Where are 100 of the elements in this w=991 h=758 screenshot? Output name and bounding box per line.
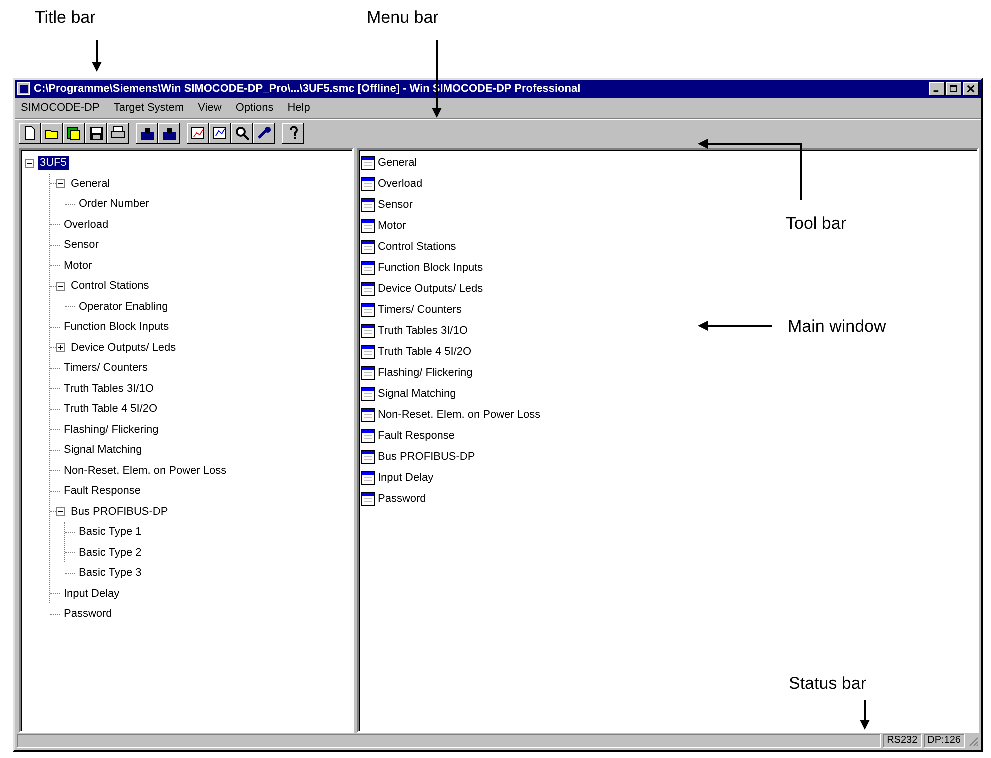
- page-icon: [361, 470, 375, 484]
- menu-item[interactable]: Help: [288, 102, 310, 114]
- tree-item[interactable]: Truth Tables 3I/1O: [62, 382, 156, 396]
- list-item[interactable]: Signal Matching: [378, 388, 456, 400]
- tree-item[interactable]: Operator Enabling: [77, 300, 170, 314]
- list-item[interactable]: Overload: [378, 178, 423, 190]
- list-item[interactable]: Sensor: [378, 198, 413, 210]
- page-icon: [361, 176, 375, 190]
- tree-item[interactable]: Non-Reset. Elem. on Power Loss: [62, 464, 229, 478]
- list-item[interactable]: General: [378, 156, 418, 168]
- chart-icon: [190, 126, 206, 140]
- resize-grip-icon: [967, 735, 979, 747]
- collapse-icon[interactable]: [56, 507, 65, 516]
- toolbar-button[interactable]: [209, 122, 231, 144]
- page-icon: [361, 156, 375, 170]
- status-field: RS232: [883, 734, 922, 748]
- tree-item[interactable]: Input Delay: [62, 586, 122, 601]
- close-button[interactable]: [963, 82, 979, 96]
- list-item[interactable]: Fault Response: [378, 430, 456, 442]
- toolbar-button[interactable]: [253, 122, 275, 144]
- tree-item[interactable]: Control Stations: [69, 279, 152, 294]
- tree-item[interactable]: Device Outputs/ Leds: [69, 340, 178, 355]
- page-icon: [361, 450, 375, 464]
- page-icon: [361, 260, 375, 274]
- page-icon: [361, 240, 375, 254]
- tree-item[interactable]: Basic Type 3: [77, 566, 144, 580]
- list-item[interactable]: Non-Reset. Elem. on Power Loss: [378, 408, 541, 420]
- collapse-icon[interactable]: [56, 179, 65, 188]
- page-icon: [361, 408, 375, 422]
- toolbar-button[interactable]: [107, 122, 129, 144]
- toolbar-button[interactable]: [187, 122, 209, 144]
- tree-item[interactable]: Order Number: [77, 197, 152, 212]
- minimize-button[interactable]: [929, 82, 945, 96]
- page-icon: [361, 344, 375, 358]
- tree-item[interactable]: Sensor: [62, 238, 101, 252]
- callout-label: Menu bar: [367, 8, 439, 28]
- tree-item[interactable]: Overload: [62, 218, 111, 232]
- print-icon: [110, 126, 126, 140]
- folder-icon: [66, 126, 82, 140]
- toolbar-button[interactable]: [41, 122, 63, 144]
- list-item[interactable]: Truth Tables 3I/1O: [378, 324, 468, 336]
- page-icon: [361, 366, 375, 380]
- tree-item[interactable]: Bus PROFIBUS-DP: [69, 504, 170, 519]
- tree-item[interactable]: Timers/ Counters: [62, 361, 150, 376]
- save-icon: [88, 126, 104, 140]
- collapse-icon[interactable]: [56, 282, 65, 291]
- tree-item[interactable]: General: [69, 176, 112, 191]
- tree-item[interactable]: Signal Matching: [62, 443, 144, 458]
- new-file-icon: [22, 126, 38, 140]
- tree-item[interactable]: Flashing/ Flickering: [62, 422, 161, 437]
- menu-item[interactable]: Target System: [114, 102, 184, 114]
- maximize-button[interactable]: [946, 82, 962, 96]
- menu-item[interactable]: View: [198, 102, 222, 114]
- page-icon: [361, 492, 375, 506]
- page-icon: [361, 198, 375, 212]
- toolbar-button[interactable]: [63, 122, 85, 144]
- tree-item[interactable]: Truth Table 4 5I/2O: [62, 402, 160, 416]
- collapse-icon[interactable]: [25, 158, 34, 168]
- tree-item[interactable]: Function Block Inputs: [62, 320, 172, 334]
- toolbar-button[interactable]: [136, 122, 158, 144]
- list-item[interactable]: Input Delay: [378, 472, 434, 484]
- device-icon: [162, 126, 176, 140]
- page-icon: [361, 302, 375, 316]
- wrench-icon: [256, 126, 272, 140]
- tree-item[interactable]: 3UF5: [38, 156, 69, 170]
- device-icon: [140, 126, 154, 140]
- list-item[interactable]: Password: [378, 492, 426, 504]
- callout-label: Main window: [788, 317, 886, 337]
- list-item[interactable]: Truth Table 4 5I/2O: [378, 346, 472, 358]
- expand-icon[interactable]: [56, 343, 65, 352]
- list-item[interactable]: Device Outputs/ Leds: [378, 282, 484, 294]
- list-item[interactable]: Flashing/ Flickering: [378, 366, 473, 378]
- maximize-icon: [950, 85, 958, 93]
- tree-item[interactable]: Fault Response: [62, 484, 144, 498]
- page-icon: [361, 386, 375, 400]
- tree-item[interactable]: Motor: [62, 258, 94, 273]
- page-icon: [361, 428, 375, 442]
- toolbar-button[interactable]: [85, 122, 107, 144]
- tree-item[interactable]: Basic Type 1: [77, 525, 144, 540]
- list-item[interactable]: Control Stations: [378, 240, 456, 252]
- window-title: C:\Programme\Siemens\Win SIMOCODE-DP_Pro\...\3UF5.smc [Offline] - Win SIMOCODE-DP Professional: [34, 83, 582, 95]
- page-icon: [361, 218, 375, 232]
- page-icon: [361, 282, 375, 296]
- list-item[interactable]: Bus PROFIBUS-DP: [378, 450, 476, 462]
- toolbar-button[interactable]: [231, 122, 253, 144]
- status-field: DP:126: [924, 734, 965, 748]
- menu-item[interactable]: SIMOCODE-DP: [21, 102, 100, 114]
- toolbar-button[interactable]: [158, 122, 180, 144]
- list-item[interactable]: Motor: [378, 220, 406, 232]
- callout-label: Status bar: [789, 674, 866, 694]
- callout-label: Title bar: [35, 8, 96, 28]
- menu-item[interactable]: Options: [236, 102, 274, 114]
- list-item[interactable]: Timers/ Counters: [378, 304, 462, 316]
- list-item[interactable]: Function Block Inputs: [378, 262, 484, 274]
- magnifier-icon: [234, 126, 250, 140]
- toolbar-button[interactable]: [19, 122, 41, 144]
- tree-item[interactable]: Password: [62, 607, 114, 622]
- tree-item[interactable]: Basic Type 2: [77, 546, 144, 560]
- toolbar-button[interactable]: [282, 122, 304, 144]
- callout-label: Tool bar: [786, 214, 846, 234]
